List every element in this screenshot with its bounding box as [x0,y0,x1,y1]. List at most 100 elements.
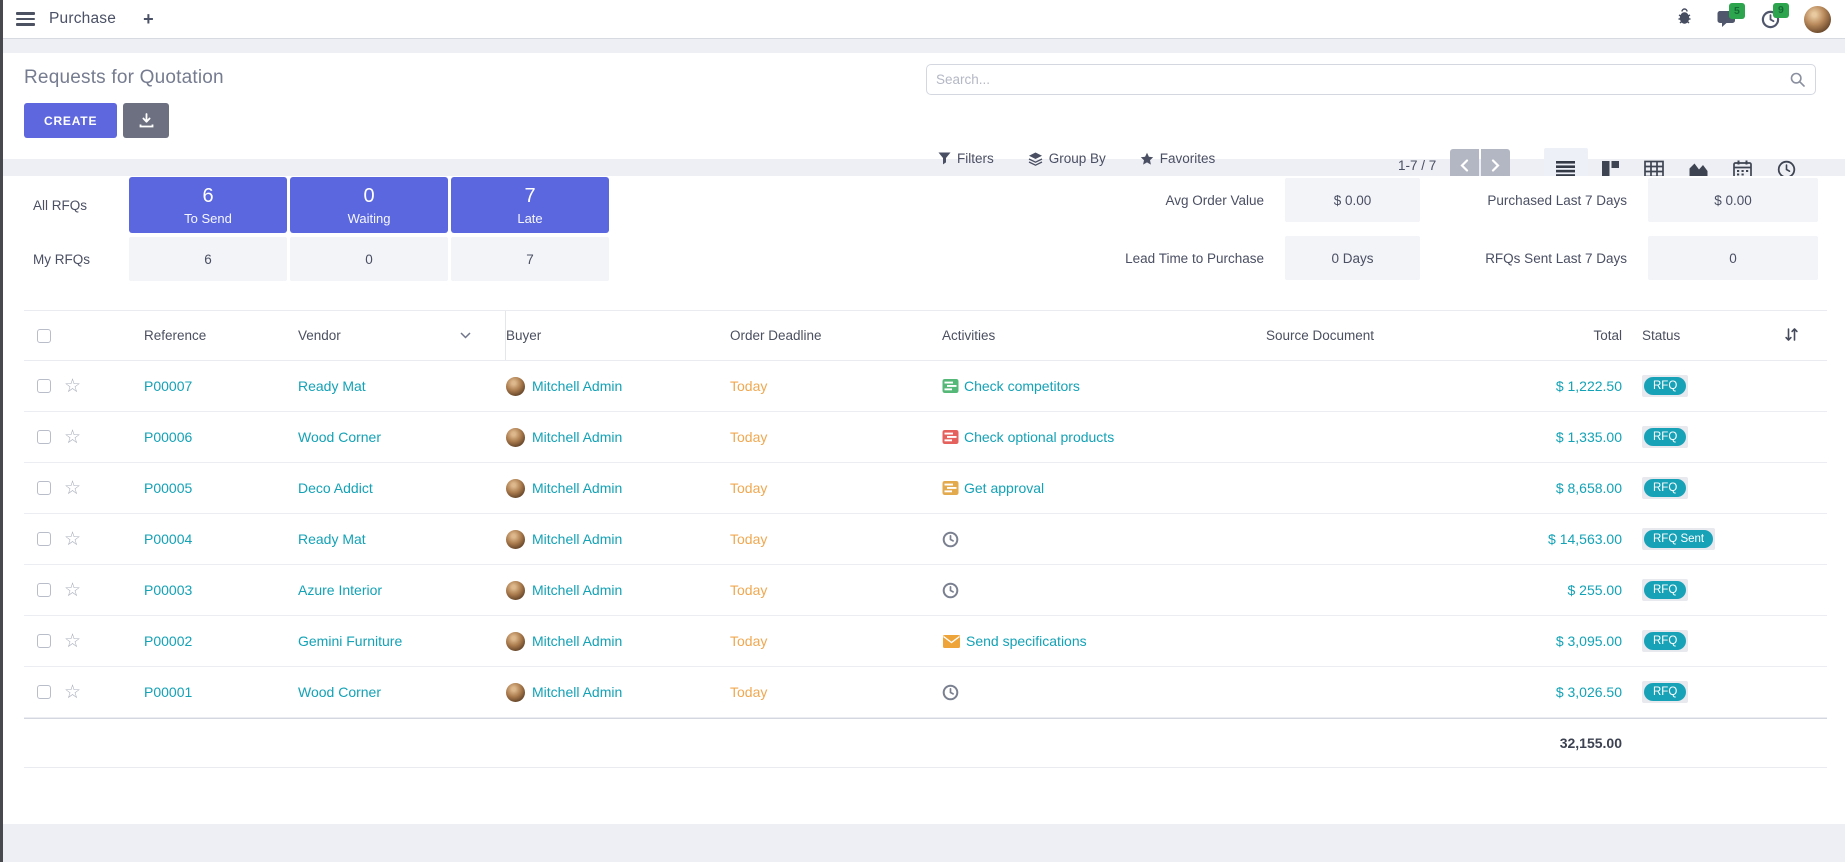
messages-icon[interactable]: 5 [1717,10,1737,28]
list-yellow-activity-icon[interactable] [942,480,959,496]
row-total-value: $ 8,658.00 [1556,480,1622,496]
row-checkbox[interactable] [37,634,51,648]
favorites-button[interactable]: Favorites [1140,151,1216,166]
dash-stat-my-late[interactable]: 7 [451,237,609,281]
favorite-star-icon[interactable]: ☆ [64,428,81,447]
table-row[interactable]: ☆ P00003 Azure Interior Mitchell Admin T… [24,565,1827,616]
reference-link[interactable]: P00001 [144,684,192,700]
reference-link[interactable]: P00002 [144,633,192,649]
buyer-link[interactable]: Mitchell Admin [532,480,622,496]
main-menu-icon[interactable] [16,12,35,26]
activity-label-link[interactable]: Send specifications [966,633,1087,649]
reference-link[interactable]: P00005 [144,480,192,496]
favorite-star-icon[interactable]: ☆ [64,377,81,396]
search-icon[interactable] [1790,72,1805,87]
control-panel: Requests for Quotation CREATE Filters [0,53,1845,159]
order-deadline-value: Today [730,633,767,649]
favorite-star-icon[interactable]: ☆ [64,581,81,600]
header-buyer[interactable]: Buyer [506,311,730,360]
search-input[interactable] [936,72,1790,87]
vendor-link[interactable]: Wood Corner [298,429,381,445]
favorite-star-icon[interactable]: ☆ [64,683,81,702]
dash-stat-all-late[interactable]: 7 Late [451,177,609,233]
main-content: All RFQs 6 To Send 0 Waiting 7 Late My R… [0,176,1845,824]
select-all-checkbox[interactable] [37,329,51,343]
dash-stat-all-to-send[interactable]: 6 To Send [129,177,287,233]
kpi-label: Purchased Last 7 Days [1420,193,1627,208]
search-box [926,64,1816,95]
header-vendor[interactable]: Vendor [296,311,506,360]
table-row[interactable]: ☆ P00006 Wood Corner Mitchell Admin Toda… [24,412,1827,463]
header-reference[interactable]: Reference [106,311,296,360]
table-row[interactable]: ☆ P00005 Deco Addict Mitchell Admin Toda… [24,463,1827,514]
reference-link[interactable]: P00007 [144,378,192,394]
dash-stat-all-waiting[interactable]: 0 Waiting [290,177,448,233]
filter-bar: Filters Group By Favorites [938,151,1215,166]
activity-label-link[interactable]: Check competitors [964,378,1080,394]
dash-stat-my-waiting[interactable]: 0 [290,237,448,281]
group-by-button[interactable]: Group By [1028,151,1106,166]
clock-activity-icon[interactable] [942,582,959,599]
table-row[interactable]: ☆ P00007 Ready Mat Mitchell Admin Today … [24,361,1827,412]
header-total[interactable]: Total [1526,311,1636,360]
clock-activity-icon[interactable] [942,684,959,701]
clock-activity-icon[interactable] [942,531,959,548]
row-checkbox[interactable] [37,532,51,546]
reference-link[interactable]: P00006 [144,429,192,445]
filters-button[interactable]: Filters [938,151,994,166]
vendor-link[interactable]: Wood Corner [298,684,381,700]
envelope-activity-icon[interactable] [942,634,961,649]
header-source-document[interactable]: Source Document [1266,311,1526,360]
buyer-link[interactable]: Mitchell Admin [532,684,622,700]
list-red-activity-icon[interactable] [942,429,959,445]
header-status[interactable]: Status [1636,311,1756,360]
activity-label-link[interactable]: Check optional products [964,429,1114,445]
export-button[interactable] [123,103,169,138]
reference-link[interactable]: P00004 [144,531,192,547]
source-document-value [1266,616,1526,666]
activity-label-link[interactable]: Get approval [964,480,1044,496]
table-row[interactable]: ☆ P00004 Ready Mat Mitchell Admin Today … [24,514,1827,565]
buyer-avatar [506,530,525,549]
my-rfqs-label: My RFQs [0,252,129,267]
buyer-link[interactable]: Mitchell Admin [532,582,622,598]
vendor-link[interactable]: Gemini Furniture [298,633,402,649]
buyer-link[interactable]: Mitchell Admin [532,429,622,445]
vendor-link[interactable]: Ready Mat [298,378,366,394]
buyer-link[interactable]: Mitchell Admin [532,531,622,547]
table-row[interactable]: ☆ P00002 Gemini Furniture Mitchell Admin… [24,616,1827,667]
activities-clock-icon[interactable]: 9 [1761,10,1780,29]
new-tab-icon[interactable]: + [143,9,154,30]
rfq-table: Reference Vendor Buyer Order Deadline Ac… [24,310,1827,768]
user-avatar[interactable] [1804,6,1831,33]
row-checkbox[interactable] [37,583,51,597]
header-order-deadline[interactable]: Order Deadline [730,311,936,360]
source-document-value [1266,565,1526,615]
row-checkbox[interactable] [37,481,51,495]
vendor-link[interactable]: Deco Addict [298,480,373,496]
buyer-link[interactable]: Mitchell Admin [532,378,622,394]
header-activities[interactable]: Activities [936,311,1266,360]
row-checkbox[interactable] [37,379,51,393]
buyer-link[interactable]: Mitchell Admin [532,633,622,649]
row-checkbox[interactable] [37,685,51,699]
status-badge: RFQ Sent [1642,528,1715,551]
debug-bug-icon[interactable] [1676,8,1693,30]
vendor-link[interactable]: Ready Mat [298,531,366,547]
buyer-avatar [506,581,525,600]
create-button[interactable]: CREATE [24,103,117,138]
favorite-star-icon[interactable]: ☆ [64,530,81,549]
table-row[interactable]: ☆ P00001 Wood Corner Mitchell Admin Toda… [24,667,1827,718]
optional-columns-icon[interactable] [1784,327,1799,345]
reference-link[interactable]: P00003 [144,582,192,598]
favorite-star-icon[interactable]: ☆ [64,632,81,651]
row-checkbox[interactable] [37,430,51,444]
list-green-activity-icon[interactable] [942,378,959,394]
kpi-label: Lead Time to Purchase [1060,251,1264,266]
favorite-star-icon[interactable]: ☆ [64,479,81,498]
vendor-link[interactable]: Azure Interior [298,582,382,598]
pager-range: 1-7 / 7 [1398,158,1436,173]
table-footer: 32,155.00 [24,718,1827,768]
app-name[interactable]: Purchase [49,10,116,28]
dash-stat-my-to-send[interactable]: 6 [129,237,287,281]
